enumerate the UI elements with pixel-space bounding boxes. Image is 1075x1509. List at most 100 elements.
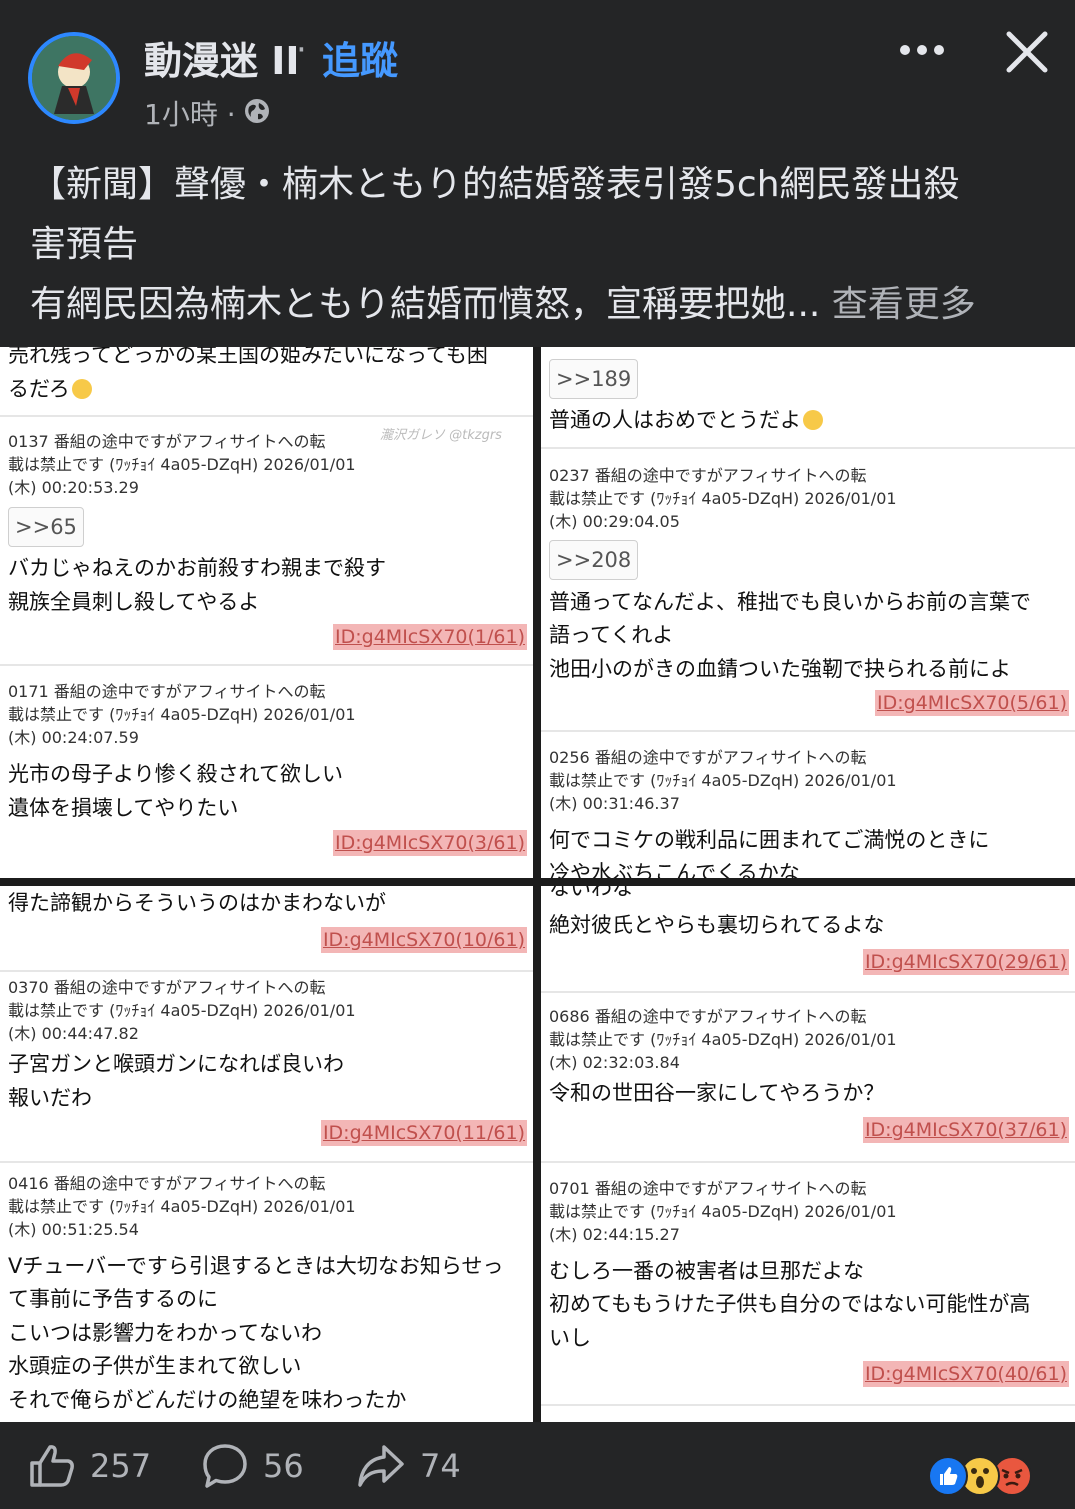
post-timestamp: (木) 00:24:07.59 <box>8 728 139 747</box>
post-header-line: 0416 番組の途中ですがアフィサイトへの転 <box>8 1174 326 1193</box>
post-text-inner: るだろ <box>8 377 70 401</box>
poster-id-tag: ID:g4MIcSX70(40/61) <box>862 1361 1069 1387</box>
post-divider <box>0 664 533 666</box>
post-text: 令和の世田谷一家にしてやろうか？ <box>549 1081 885 1105</box>
post-header-line: 0171 番組の途中ですがアフィサイトへの転 <box>8 682 326 701</box>
poster-id-tag: ID:g4MIcSX70(11/61) <box>320 1120 527 1146</box>
post-text: こいつは影響力をわかってないわ <box>8 1321 322 1345</box>
post-header-line: 0137 番組の途中ですがアフィサイトへの転 <box>8 432 326 451</box>
post-text: Vチューバーですら引退するときは大切なお知らせっ <box>8 1254 504 1278</box>
post-divider <box>541 991 1075 993</box>
poster-id-tag: ID:g4MIcSX70(5/61) <box>875 690 1069 716</box>
post-header-line: 0237 番組の途中ですがアフィサイトへの転 <box>549 466 867 485</box>
globe-icon <box>245 99 269 123</box>
post-text: バカじゃねえのかお前殺すわ親まで殺す <box>8 556 386 580</box>
post-timestamp: (木) 00:44:47.82 <box>8 1024 139 1043</box>
close-icon[interactable] <box>1005 30 1049 74</box>
post-text: 報いだわ <box>8 1086 92 1110</box>
poster-id-tag: ID:g4MIcSX70(37/61) <box>862 1117 1069 1143</box>
post-text: 普通の人はおめでとうだよ <box>549 404 823 434</box>
post-text: 語ってくれよ <box>549 623 674 647</box>
post-text: 冷や水ぶちこんでくるかな <box>549 861 800 878</box>
poster-id-tag: ID:g4MIcSX70(3/61) <box>333 830 527 856</box>
grin-emoji-icon <box>71 379 92 399</box>
screenshot-panel-top-right: >>189 普通の人はおめでとうだよ 0237 番組の途中ですがアフィサイトへの… <box>541 347 1075 878</box>
post-text: 得た諦観からそういうのはかまわないが <box>8 891 386 915</box>
post-header-line: 載は禁止です (ﾜｯﾁｮｲ 4a05-DZqH) 2026/01/01 <box>549 1202 897 1221</box>
reply-anchor: >>189 <box>549 359 639 399</box>
post-timestamp: (木) 00:29:04.05 <box>549 512 680 531</box>
post-header-line: 載は禁止です (ﾜｯﾁｮｲ 4a05-DZqH) 2026/01/01 <box>549 771 897 790</box>
post-text: 子宮ガンと喉頭ガンになれば良いわ <box>8 1052 344 1076</box>
screenshot-panel-top-left: 売れ残ってどっかの某王国の姫みたいになっても困 るだろ 瀧沢ガレソ @tkzgr… <box>0 347 533 878</box>
post-timestamp: (木) 00:31:46.37 <box>549 794 680 813</box>
post-text: 絶対彼氏とやらも裏切られてるよな <box>549 913 885 937</box>
post-text: ないわな <box>549 886 633 900</box>
name-separator: · <box>296 30 307 70</box>
post-divider <box>541 730 1075 732</box>
share-button[interactable]: 74 <box>356 1444 461 1488</box>
post-text: て事前に予告するのに <box>8 1287 218 1311</box>
post-header-line: 載は禁止です (ﾜｯﾁｮｲ 4a05-DZqH) 2026/01/01 <box>8 1197 356 1216</box>
post-text: 親族全員刺し殺してやるよ <box>8 590 260 614</box>
screenshot-panel-bottom-right: ないわな 絶対彼氏とやらも裏切られてるよな ID:g4MIcSX70(29/61… <box>541 886 1075 1422</box>
see-more-link[interactable]: 查看更多 <box>832 284 976 325</box>
comment-button[interactable]: 56 <box>201 1444 304 1488</box>
post-text: 水頭症の子供が生まれて欲しい <box>8 1354 302 1378</box>
share-icon <box>358 1445 404 1487</box>
post-text: いし <box>549 1326 591 1350</box>
post-text: それで俺らがどんだけの絶望を味わったか <box>8 1388 407 1412</box>
sweat-smile-emoji-icon <box>803 410 823 430</box>
post-header-line: 0256 番組の途中ですがアフィサイトへの転 <box>549 748 867 767</box>
post-text: るだろ <box>8 373 92 403</box>
watermark: 瀧沢ガレソ @tkzgrs <box>380 428 502 443</box>
page-name[interactable]: 動漫迷 II <box>144 30 300 85</box>
post-header-line: 0370 番組の途中ですがアフィサイトへの転 <box>8 978 326 997</box>
comment-icon <box>203 1444 247 1488</box>
follow-button[interactable]: 追蹤 <box>322 30 398 85</box>
post-text: 光市の母子より惨く殺されて欲しい <box>8 762 343 786</box>
thumbs-up-icon <box>30 1445 74 1487</box>
post-text: 普通ってなんだよ、稚拙でも良いからお前の言葉で <box>549 590 1031 614</box>
poster-id-tag: ID:g4MIcSX70(1/61) <box>333 624 527 650</box>
post-header-line: 0686 番組の途中ですがアフィサイトへの転 <box>549 1007 867 1026</box>
post-header: 動漫迷 II · 追蹤 1小時 · <box>0 0 1075 140</box>
post-actions-bar: 257 56 74 <box>0 1422 1075 1509</box>
reply-anchor: >>65 <box>8 507 84 547</box>
post-time[interactable]: 1小時 · <box>144 93 236 133</box>
share-count: 74 <box>420 1447 461 1485</box>
like-reaction-icon <box>928 1456 968 1496</box>
post-timestamp: (木) 02:32:03.84 <box>549 1053 680 1072</box>
post-divider <box>541 1404 1075 1406</box>
post-header-line: 載は禁止です (ﾜｯﾁｮｲ 4a05-DZqH) 2026/01/01 <box>8 1001 356 1020</box>
post-caption: 【新聞】聲優・楠木ともり的結婚發表引發5ch網民發出殺 害預告 有網民因為楠木と… <box>30 155 1050 335</box>
avatar-image[interactable] <box>28 32 120 124</box>
like-button[interactable]: 257 <box>28 1444 151 1488</box>
post-divider <box>541 447 1075 449</box>
post-timestamp: (木) 00:20:53.29 <box>8 478 139 497</box>
like-count: 257 <box>90 1447 152 1485</box>
poster-id-tag: ID:g4MIcSX70(10/61) <box>320 927 527 953</box>
post-timestamp: (木) 02:44:15.27 <box>549 1225 680 1244</box>
caption-line-3-text: 有網民因為楠木ともり結婚而憤怒，宣稱要把她... <box>30 284 821 325</box>
post-header-line: 0701 番組の途中ですがアフィサイトへの転 <box>549 1179 867 1198</box>
caption-line-3: 有網民因為楠木ともり結婚而憤怒，宣稱要把她... 查看更多 <box>30 275 1050 335</box>
post-timestamp: (木) 00:51:25.54 <box>8 1220 139 1239</box>
post-header-line: 載は禁止です (ﾜｯﾁｮｲ 4a05-DZqH) 2026/01/01 <box>549 1030 897 1049</box>
post-divider <box>0 1161 533 1163</box>
post-text: 売れ残ってどっかの某王国の姫みたいになっても困 <box>8 347 488 367</box>
post-text-inner: 普通の人はおめでとうだよ <box>549 408 801 432</box>
post-image[interactable]: 売れ残ってどっかの某王国の姫みたいになっても困 るだろ 瀧沢ガレソ @tkzgr… <box>0 347 1075 1422</box>
post-header-line: 載は禁止です (ﾜｯﾁｮｲ 4a05-DZqH) 2026/01/01 <box>549 489 897 508</box>
post-header-line: 載は禁止です (ﾜｯﾁｮｲ 4a05-DZqH) 2026/01/01 <box>8 705 356 724</box>
post-text: むしろ一番の被害者は旦那だよな <box>549 1259 864 1283</box>
caption-line-1: 【新聞】聲優・楠木ともり的結婚發表引發5ch網民發出殺 <box>30 164 960 205</box>
post-header-line: 載は禁止です (ﾜｯﾁｮｲ 4a05-DZqH) 2026/01/01 <box>8 455 356 474</box>
post-divider <box>0 970 533 972</box>
post-text: 初めてももうけた子供も自分のではない可能性が高 <box>549 1292 1031 1316</box>
more-options-icon[interactable] <box>898 30 948 70</box>
reply-anchor: >>208 <box>549 540 639 580</box>
caption-line-2: 害預告 <box>30 224 139 265</box>
post-text: 池田小のがきの血錆ついた強靭で抉られる前によ <box>549 657 1011 681</box>
post-divider <box>0 415 533 417</box>
